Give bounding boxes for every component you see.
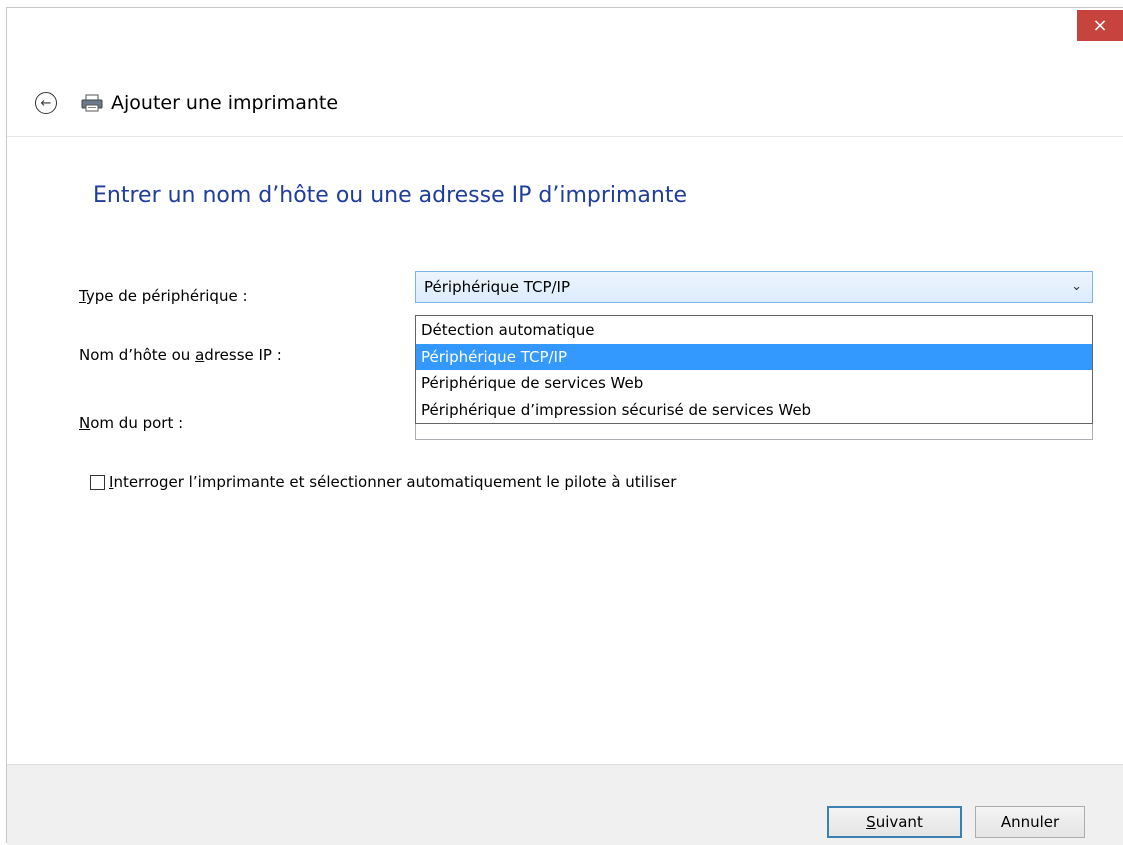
dropdown-option-web-services[interactable]: Périphérique de services Web <box>416 370 1092 397</box>
query-printer-label[interactable]: Interroger l’imprimante et sélectionner … <box>109 473 676 491</box>
device-type-value: Périphérique TCP/IP <box>424 278 571 296</box>
printer-icon <box>81 94 103 112</box>
query-printer-row[interactable]: Interroger l’imprimante et sélectionner … <box>90 473 676 491</box>
header-divider <box>7 136 1123 137</box>
dropdown-option-auto-detect[interactable]: Détection automatique <box>416 317 1092 344</box>
chevron-down-icon: ⌄ <box>1071 279 1082 294</box>
dropdown-option-secure-web-services[interactable]: Périphérique d’impression sécurisé de se… <box>416 397 1092 424</box>
close-icon: × <box>1092 15 1108 36</box>
nav-bar: ← Ajouter une imprimante <box>35 92 338 114</box>
back-arrow-icon: ← <box>40 95 52 111</box>
cancel-button[interactable]: Annuler <box>975 806 1085 838</box>
device-type-select[interactable]: Périphérique TCP/IP ⌄ <box>415 271 1093 303</box>
back-button[interactable]: ← <box>35 92 57 114</box>
hostname-label: Nom d’hôte ou adresse IP : <box>79 346 282 364</box>
close-button[interactable]: × <box>1077 10 1123 41</box>
port-name-label: Nom du port : <box>79 414 184 432</box>
add-printer-dialog: × ← Ajouter une imprimante Entrer un nom… <box>6 7 1123 845</box>
page-title: Entrer un nom d’hôte ou une adresse IP d… <box>93 183 688 208</box>
dialog-title: Ajouter une imprimante <box>111 92 339 114</box>
dropdown-option-tcpip[interactable]: Périphérique TCP/IP <box>416 343 1092 370</box>
device-type-dropdown: Détection automatique Périphérique TCP/I… <box>415 315 1093 424</box>
dialog-footer: Suivant Annuler <box>7 764 1123 845</box>
next-button[interactable]: Suivant <box>827 806 962 838</box>
query-printer-checkbox[interactable] <box>90 474 105 490</box>
device-type-label: Type de périphérique : <box>79 287 248 305</box>
